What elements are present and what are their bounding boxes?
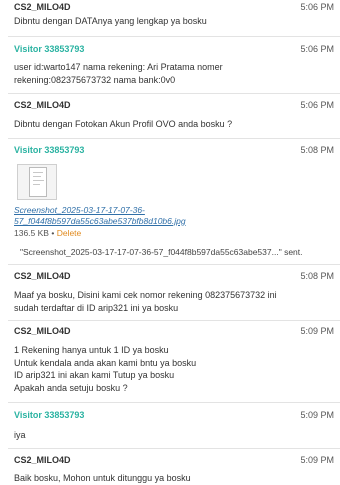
sender-name: CS2_MILO4D <box>14 2 71 12</box>
message-line: Dibntu dengan DATAnya yang lengkap ya bo… <box>14 16 207 26</box>
sender-name: CS2_MILO4D <box>14 455 71 465</box>
page-preview <box>29 167 47 197</box>
message-line: Baik bosku, Mohon untuk ditunggu ya bosk… <box>14 473 191 483</box>
message-separator <box>8 138 340 139</box>
delete-link[interactable]: Delete <box>57 228 82 238</box>
message-body: Dibntu dengan Fotokan Akun Profil OVO an… <box>14 118 314 131</box>
attachment-meta: 136.5 KB • Delete <box>14 228 81 238</box>
message-body: 1 Rekening hanya untuk 1 ID ya bosku Unt… <box>14 344 314 394</box>
preview-line <box>33 172 43 173</box>
sender-name: Visitor 33853793 <box>14 145 85 155</box>
message-separator <box>8 264 340 265</box>
message-separator <box>8 320 340 321</box>
message-time: 5:09 PM <box>300 455 334 465</box>
sender-name: CS2_MILO4D <box>14 326 71 336</box>
message-time: 5:08 PM <box>300 271 334 281</box>
sender-name: Visitor 33853793 <box>14 410 85 420</box>
attachment-name-line[interactable]: Screenshot_2025-03-17-17-07-36- <box>14 205 186 216</box>
attachment-size: 136.5 KB <box>14 228 49 238</box>
message-time: 5:09 PM <box>300 410 334 420</box>
message-line: user id:warto147 nama rekening: Ari Prat… <box>14 62 223 72</box>
attachment-link[interactable]: Screenshot_2025-03-17-17-07-36- 57_f044f… <box>14 205 186 226</box>
sender-name: CS2_MILO4D <box>14 271 71 281</box>
message-separator <box>8 448 340 449</box>
message-separator <box>8 36 340 37</box>
message-body: iya <box>14 429 314 442</box>
message-line: iya <box>14 430 26 440</box>
message-time: 5:06 PM <box>300 44 334 54</box>
attachment-name-line[interactable]: 57_f044f8b597da55c63abe537bfb8d10b6.jpg <box>14 216 186 227</box>
message-body: user id:warto147 nama rekening: Ari Prat… <box>14 61 314 86</box>
message-line: Apakah anda setuju bosku ? <box>14 382 128 393</box>
image-thumbnail-icon[interactable] <box>17 164 57 200</box>
message-line: Maaf ya bosku, Disini kami cek nomor rek… <box>14 290 277 300</box>
preview-line <box>33 176 41 177</box>
preview-line <box>33 184 40 185</box>
message-line: ID arip321 ini akan kami Tutup ya bosku <box>14 370 175 380</box>
sender-name: CS2_MILO4D <box>14 100 71 110</box>
message-time: 5:06 PM <box>300 2 334 12</box>
message-time: 5:08 PM <box>300 145 334 155</box>
message-body: Maaf ya bosku, Disini kami cek nomor rek… <box>14 289 314 314</box>
message-line: sudah terdaftar di ID arip321 ini ya bos… <box>14 302 179 313</box>
message-line: rekening:082375673732 nama bank:0v0 <box>14 74 176 85</box>
message-body: Dibntu dengan DATAnya yang lengkap ya bo… <box>14 15 314 28</box>
message-time: 5:09 PM <box>300 326 334 336</box>
message-separator <box>8 93 340 94</box>
preview-line <box>33 180 44 181</box>
message-time: 5:06 PM <box>300 100 334 110</box>
message-body: Baik bosku, Mohon untuk ditunggu ya bosk… <box>14 472 314 485</box>
message-separator <box>8 402 340 403</box>
message-line: Untuk kendala anda akan kami bntu ya bos… <box>14 357 197 368</box>
message-line: Dibntu dengan Fotokan Akun Profil OVO an… <box>14 119 233 129</box>
sent-notice: "Screenshot_2025-03-17-17-07-36-57_f044f… <box>20 247 303 257</box>
message-line: 1 Rekening hanya untuk 1 ID ya bosku <box>14 345 169 355</box>
sender-name: Visitor 33853793 <box>14 44 85 54</box>
